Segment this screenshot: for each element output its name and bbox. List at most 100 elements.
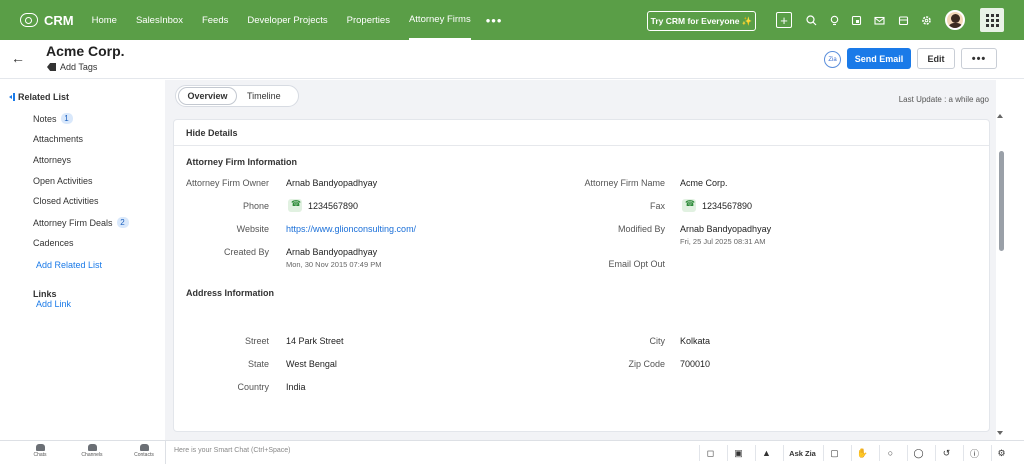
ask-zia-button[interactable]: Ask Zia xyxy=(783,445,821,461)
image-icon[interactable]: ▣ xyxy=(727,445,749,461)
phone-icon[interactable] xyxy=(288,199,302,212)
crm-logo[interactable]: CRM xyxy=(20,13,74,28)
top-navigation: CRM Home SalesInbox Feeds Developer Proj… xyxy=(0,0,1024,40)
contacts-button[interactable]: Contacts xyxy=(124,444,164,458)
settings-icon[interactable]: ⚙ xyxy=(991,445,1011,461)
info-icon[interactable]: ⓘ xyxy=(963,445,985,461)
sticky-note-icon[interactable]: ▢ xyxy=(823,445,845,461)
zia-icon[interactable]: Zia xyxy=(824,51,841,68)
chats-label: Chats xyxy=(33,452,47,458)
firm-owner-value[interactable]: Arnab Bandyopadhyay xyxy=(286,178,377,188)
channels-button[interactable]: Channels xyxy=(72,444,112,458)
phone-field[interactable]: 1234567890 xyxy=(288,199,358,212)
tab-timeline[interactable]: Timeline xyxy=(247,87,281,105)
screen-share-icon[interactable]: ◻ xyxy=(699,445,721,461)
firm-name-label: Attorney Firm Name xyxy=(584,178,665,188)
sidebar-item-cadences[interactable]: Cadences xyxy=(33,238,74,248)
nav-feeds[interactable]: Feeds xyxy=(202,0,228,40)
nav-developer-projects[interactable]: Developer Projects xyxy=(247,0,327,40)
smart-chat-input[interactable]: Here is your Smart Chat (Ctrl+Space) xyxy=(174,447,291,454)
created-by-value: Arnab Bandyopadhyay xyxy=(286,247,378,257)
scroll-down-icon[interactable] xyxy=(997,431,1003,435)
add-tags-label: Add Tags xyxy=(60,62,98,72)
related-list-header: Related List xyxy=(18,92,70,102)
tab-overview[interactable]: Overview xyxy=(178,87,237,105)
sidebar-item-attorney-firm-deals[interactable]: Attorney Firm Deals 2 xyxy=(33,217,129,228)
fax-value: 1234567890 xyxy=(702,200,753,211)
last-update-text: Last Update : a while ago xyxy=(898,95,989,104)
nav-more-button[interactable]: ••• xyxy=(486,0,503,40)
view-tabs: Overview Timeline xyxy=(175,85,299,107)
gear-icon[interactable] xyxy=(920,14,932,26)
contacts-icon xyxy=(139,444,149,451)
megaphone-icon[interactable]: ▲ xyxy=(755,445,777,461)
nav-home[interactable]: Home xyxy=(92,0,117,40)
fax-field[interactable]: 1234567890 xyxy=(682,199,752,212)
chats-button[interactable]: Chats xyxy=(20,444,60,458)
nav-salesinbox[interactable]: SalesInbox xyxy=(136,0,183,40)
bottom-bar: Chats Channels Contacts Here is your Sma… xyxy=(0,440,1024,464)
edit-button[interactable]: Edit xyxy=(917,48,955,69)
links-header: Links xyxy=(33,289,57,299)
modified-by-label: Modified By xyxy=(617,224,665,234)
app-grid-icon[interactable] xyxy=(980,8,1004,32)
more-actions-button[interactable]: ••• xyxy=(961,48,997,69)
mail-icon[interactable] xyxy=(873,14,885,26)
sidebar-item-attachments[interactable]: Attachments xyxy=(33,134,83,144)
city-label: City xyxy=(649,336,666,346)
bulb-icon[interactable] xyxy=(828,14,840,26)
plus-icon[interactable]: + xyxy=(776,12,792,28)
zip-label: Zip Code xyxy=(628,359,665,369)
scroll-up-icon[interactable] xyxy=(997,114,1003,118)
sidebar-item-open-activities[interactable]: Open Activities xyxy=(33,176,93,186)
store-icon[interactable] xyxy=(897,14,909,26)
history-icon[interactable]: ↺ xyxy=(935,445,957,461)
collapse-sidebar-icon[interactable] xyxy=(9,93,17,101)
count-badge: 1 xyxy=(60,113,73,124)
add-link-link[interactable]: Add Link xyxy=(36,299,71,309)
street-label: Street xyxy=(244,336,269,346)
phone-icon[interactable] xyxy=(682,199,696,212)
search-icon[interactable] xyxy=(805,14,817,26)
contacts-label: Contacts xyxy=(134,452,154,458)
sidebar-item-label: Attorneys xyxy=(33,155,72,165)
nav-properties[interactable]: Properties xyxy=(347,0,390,40)
phone-label: Phone xyxy=(242,201,269,211)
details-card: Hide Details Attorney Firm Information A… xyxy=(173,119,990,432)
modified-by-value: Arnab Bandyopadhyay xyxy=(680,224,772,234)
city-value: Kolkata xyxy=(680,336,711,346)
nav-attorney-firms[interactable]: Attorney Firms xyxy=(408,0,471,40)
chat-icon xyxy=(35,444,45,451)
add-related-list-link[interactable]: Add Related List xyxy=(36,260,102,270)
state-label: State xyxy=(247,359,269,369)
hand-icon[interactable]: ✋ xyxy=(851,445,873,461)
bell-icon[interactable] xyxy=(850,14,862,26)
back-arrow-icon[interactable]: ← xyxy=(11,50,25,66)
sidebar-item-label: Open Activities xyxy=(33,176,93,186)
firm-info-section-title: Attorney Firm Information xyxy=(186,157,298,167)
sidebar-item-closed-activities[interactable]: Closed Activities xyxy=(33,196,99,206)
created-at-value: Mon, 30 Nov 2015 07:49 PM xyxy=(286,260,382,269)
website-link[interactable]: https://www.glionconsulting.com/ xyxy=(286,224,416,234)
sidebar-item-label: Closed Activities xyxy=(33,196,99,206)
sidebar-item-notes[interactable]: Notes 1 xyxy=(33,113,73,124)
crm-logo-icon xyxy=(20,13,38,27)
sidebar-item-attorneys[interactable]: Attorneys xyxy=(33,155,71,165)
phone-value: 1234567890 xyxy=(308,200,359,211)
avatar[interactable] xyxy=(945,10,965,30)
related-list-sidebar: Related List Notes 1 Attachments Attorne… xyxy=(0,80,165,440)
email-opt-out-label: Email Opt Out xyxy=(608,259,665,269)
add-tags-button[interactable]: Add Tags xyxy=(47,62,97,72)
alarm-icon[interactable]: ◯ xyxy=(907,445,929,461)
sidebar-item-label: Attorney Firm Deals xyxy=(33,217,113,228)
zia-icon[interactable]: ○ xyxy=(879,445,901,461)
zip-value: 700010 xyxy=(680,359,711,369)
try-crm-button[interactable]: Try CRM for Everyone ✨ xyxy=(647,11,756,31)
street-value: 14 Park Street xyxy=(286,336,344,346)
scrollbar-thumb[interactable] xyxy=(999,151,1004,251)
hide-details-toggle[interactable]: Hide Details xyxy=(174,120,989,146)
record-main: Overview Timeline Last Update : a while … xyxy=(165,80,996,440)
state-value: West Bengal xyxy=(286,359,337,369)
send-email-button[interactable]: Send Email xyxy=(847,48,911,69)
address-section-title: Address Information xyxy=(186,288,275,298)
